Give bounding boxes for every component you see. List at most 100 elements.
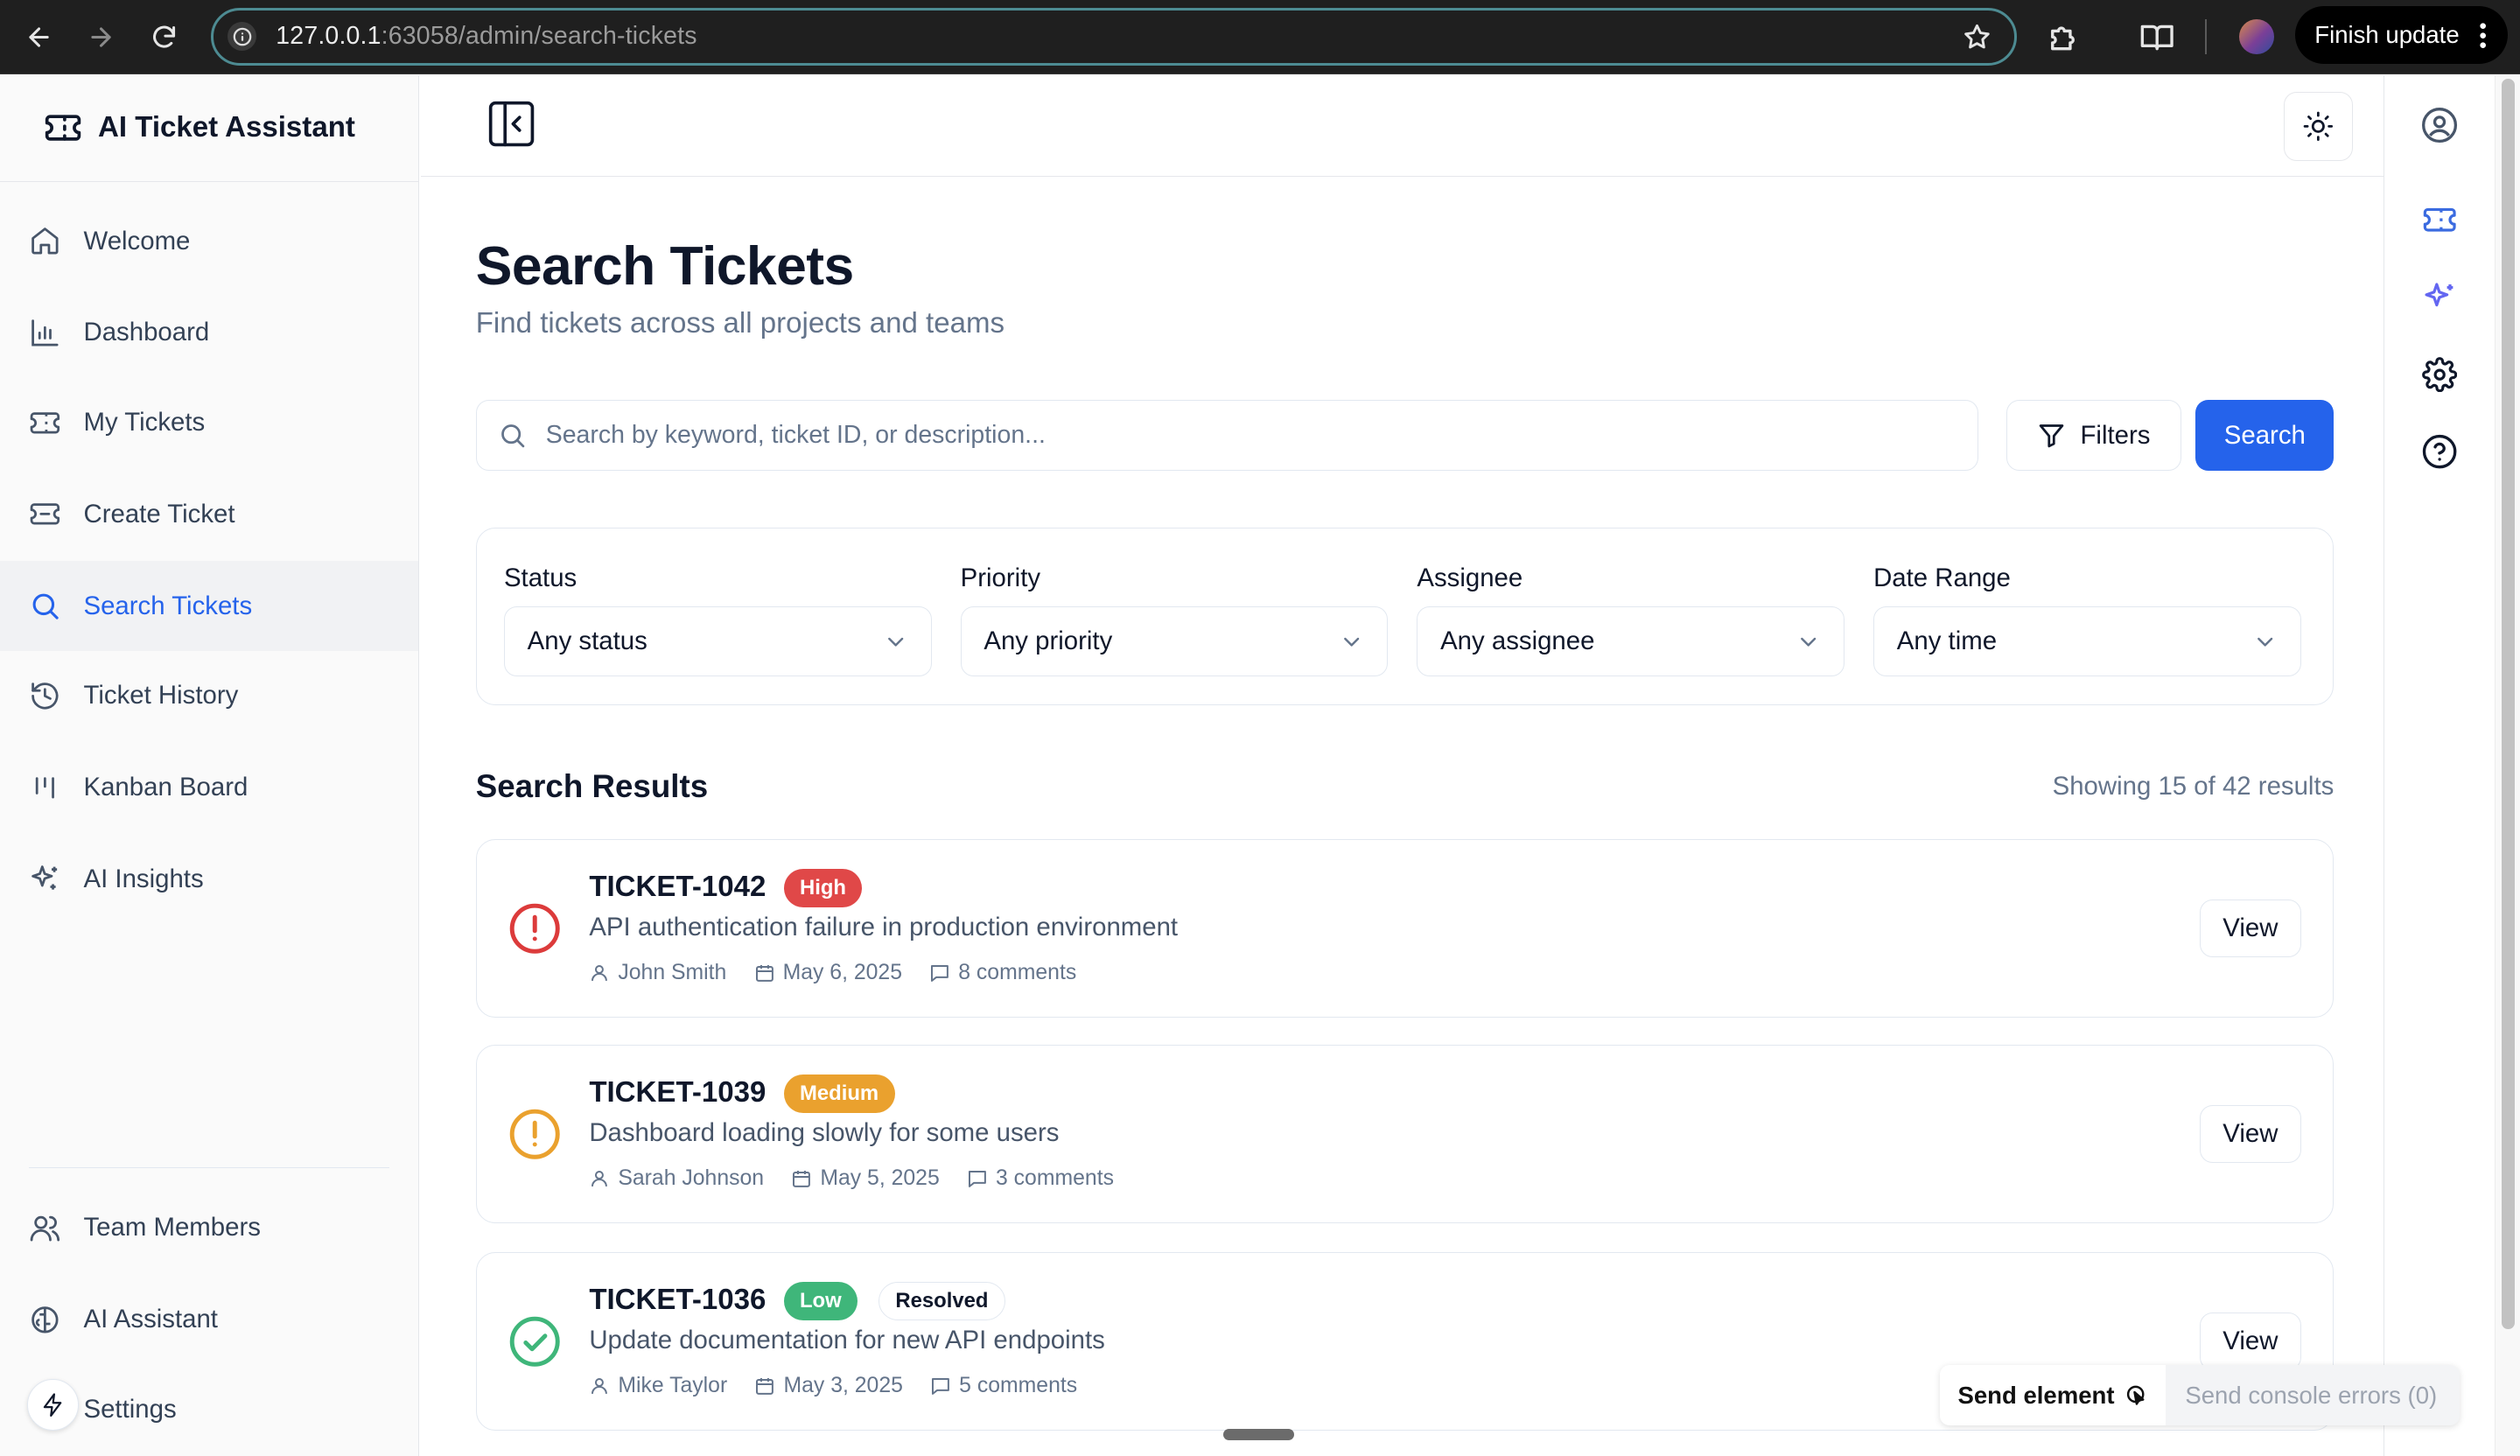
top-bar — [421, 75, 2384, 178]
status-select[interactable]: Any status — [503, 606, 932, 677]
sidebar-item-label: Kanban Board — [83, 773, 248, 802]
priority-badge: High — [783, 868, 863, 908]
ticket-description: Dashboard loading slowly for some users — [589, 1117, 1060, 1147]
check-circle-icon — [508, 1314, 562, 1368]
main-content: Search Tickets Find tickets across all p… — [421, 177, 2384, 1456]
alert-circle-icon — [508, 1107, 562, 1161]
chevron-down-icon — [1339, 629, 1364, 654]
sidebar-item-label: Welcome — [83, 226, 191, 256]
search-box[interactable] — [475, 400, 1979, 472]
date-range-filter: Date Range Any time — [1873, 564, 2301, 677]
sparkles-icon — [29, 863, 61, 895]
ticket-date: May 6, 2025 — [782, 960, 902, 984]
reading-mode-icon[interactable] — [2139, 19, 2174, 54]
history-icon — [29, 680, 61, 712]
sidebar-item-ticket-history[interactable]: Ticket History — [0, 651, 418, 741]
sidebar-item-welcome[interactable]: Welcome — [0, 196, 418, 286]
ticket-plus-icon — [29, 498, 61, 530]
ticket-assignee: Mike Taylor — [618, 1373, 728, 1397]
bolt-icon[interactable] — [27, 1379, 79, 1431]
comment-icon — [932, 1377, 949, 1395]
scrollbar-thumb[interactable] — [2502, 79, 2516, 1330]
send-element-label: Send element — [1957, 1381, 2115, 1409]
forward-icon[interactable] — [84, 19, 119, 54]
user-icon — [592, 964, 608, 981]
chevron-down-icon — [2252, 629, 2278, 654]
sidebar-item-label: Dashboard — [83, 318, 210, 347]
extensions-icon[interactable] — [2047, 19, 2082, 54]
ticket-assignee: Sarah Johnson — [618, 1166, 765, 1190]
brain-icon — [29, 1304, 61, 1336]
drag-handle[interactable] — [1222, 1429, 1294, 1440]
search-input[interactable] — [545, 421, 1928, 451]
ticket-id: TICKET-1042 — [589, 870, 766, 903]
ticket-card[interactable]: TICKET-1042 High API authentication fail… — [475, 838, 2334, 1018]
sidebar-toggle-icon[interactable] — [487, 100, 536, 148]
sidebar-item-ai-insights[interactable]: AI Insights — [0, 834, 418, 924]
search-button[interactable]: Search — [2195, 400, 2334, 472]
priority-select[interactable]: Any priority — [960, 606, 1389, 677]
sidebar-item-ai-assistant[interactable]: AI Assistant — [0, 1275, 418, 1365]
filters-button[interactable]: Filters — [2006, 400, 2181, 472]
ticket-comments: 3 comments — [996, 1166, 1114, 1190]
sidebar-item-label: Settings — [83, 1395, 177, 1424]
sidebar-divider — [29, 1166, 389, 1169]
reload-icon[interactable] — [146, 19, 181, 54]
kanban-icon — [29, 772, 61, 804]
sidebar-item-search-tickets[interactable]: Search Tickets — [0, 561, 418, 651]
date-range-select-value: Any time — [1896, 626, 1998, 656]
priority-badge: Medium — [783, 1074, 895, 1114]
view-button[interactable]: View — [2199, 1312, 2301, 1371]
help-circle-icon[interactable] — [2420, 432, 2459, 471]
results-count: Showing 15 of 42 results — [2052, 771, 2334, 801]
sidebar-item-create-ticket[interactable]: Create Ticket — [0, 469, 418, 559]
ticket-comments: 8 comments — [958, 960, 1077, 984]
page-scrollbar[interactable] — [2495, 75, 2520, 1456]
view-button[interactable]: View — [2199, 1105, 2301, 1164]
sidebar-item-label: Ticket History — [83, 681, 239, 710]
status-select-value: Any status — [527, 626, 648, 656]
filter-icon — [2037, 421, 2066, 450]
date-range-filter-label: Date Range — [1873, 563, 2011, 592]
brand[interactable]: AI Ticket Assistant — [0, 75, 418, 182]
ticket-comments: 5 comments — [959, 1373, 1078, 1397]
status-filter: Status Any status — [503, 564, 932, 677]
right-rail — [2384, 75, 2494, 1456]
calendar-icon — [793, 1170, 811, 1187]
send-console-errors-button[interactable]: Send console errors (0) — [2166, 1382, 2437, 1410]
sparkles-icon[interactable] — [2420, 278, 2459, 317]
assignee-select[interactable]: Any assignee — [1417, 606, 1845, 677]
ticket-icon — [29, 407, 61, 439]
sidebar-item-label: Team Members — [83, 1213, 261, 1242]
back-icon[interactable] — [21, 19, 56, 54]
sidebar-item-dashboard[interactable]: Dashboard — [0, 288, 418, 378]
more-vertical-icon[interactable] — [2480, 23, 2487, 48]
sidebar-item-team-members[interactable]: Team Members — [0, 1183, 418, 1273]
sidebar-item-my-tickets[interactable]: My Tickets — [0, 378, 418, 468]
assignee-filter-label: Assignee — [1417, 563, 1523, 592]
sidebar-item-label: AI Assistant — [83, 1305, 218, 1334]
date-range-select[interactable]: Any time — [1873, 606, 2301, 677]
ticket-assignee: John Smith — [618, 960, 727, 984]
ticket-icon[interactable] — [2420, 201, 2459, 240]
home-icon — [29, 225, 61, 257]
ticket-card[interactable]: TICKET-1039 Medium Dashboard loading slo… — [475, 1045, 2334, 1223]
theme-toggle-button[interactable] — [2284, 91, 2354, 161]
chevron-down-icon — [1796, 629, 1821, 654]
user-circle-icon[interactable] — [2420, 106, 2459, 144]
finish-update-button[interactable]: Finish update — [2295, 6, 2508, 65]
sidebar-item-label: AI Insights — [83, 864, 204, 893]
profile-avatar[interactable] — [2238, 19, 2275, 55]
sidebar-item-label: Create Ticket — [83, 499, 235, 528]
page-title: Search Tickets — [475, 235, 855, 298]
site-info-icon[interactable] — [228, 22, 257, 52]
search-icon — [498, 421, 527, 450]
sidebar-item-kanban-board[interactable]: Kanban Board — [0, 743, 418, 833]
address-bar[interactable]: 127.0.0.1:63058/admin/search-tickets — [210, 8, 2018, 66]
devtools-bar: Send element Send console errors (0) — [1940, 1364, 2460, 1426]
settings-icon[interactable] — [2420, 355, 2459, 394]
view-button[interactable]: View — [2199, 899, 2301, 957]
send-element-button[interactable]: Send element — [1940, 1364, 2166, 1426]
bookmark-star-icon[interactable] — [1962, 22, 1992, 52]
sidebar: AI Ticket Assistant Welcome Dashboard My… — [0, 75, 420, 1456]
